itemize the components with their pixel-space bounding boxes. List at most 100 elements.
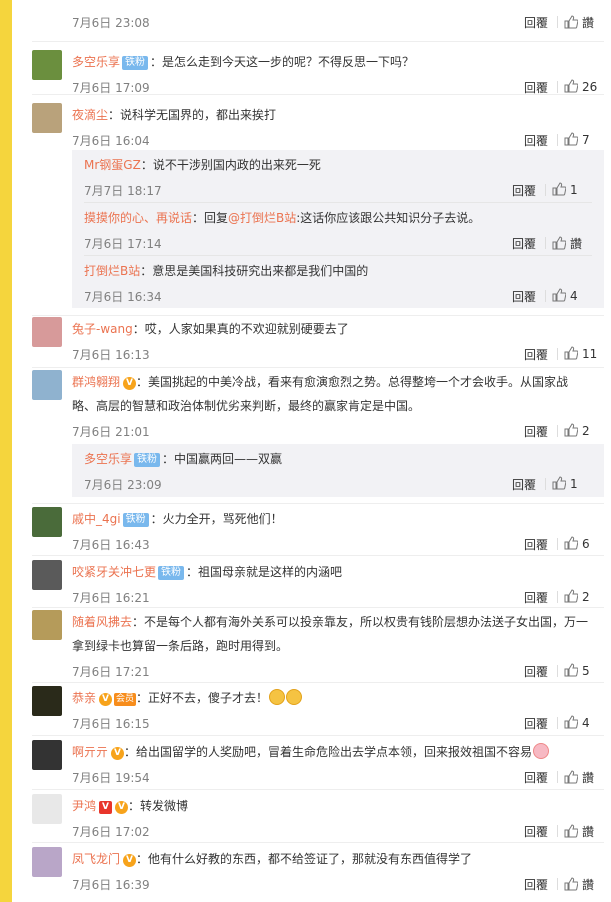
like-count: 5 [582, 664, 590, 678]
username[interactable]: 打倒烂B站 [84, 264, 140, 278]
avatar[interactable] [32, 317, 62, 347]
avatar[interactable] [32, 50, 62, 80]
comment-text: ：正好不去，傻子才去！ [136, 691, 269, 705]
laughing-emoji-icon [286, 689, 303, 705]
thumbs-up-icon [564, 132, 578, 146]
divider [557, 425, 558, 437]
username[interactable]: 兔子-wang [72, 322, 133, 336]
like-count: 4 [570, 289, 578, 303]
like-button[interactable]: 11 [564, 346, 604, 361]
avatar[interactable] [32, 370, 62, 400]
thumbs-up-icon [564, 423, 578, 437]
comment-time: 7月6日 23:08 [72, 16, 150, 30]
divider [32, 842, 604, 843]
comment-text: ：意思是美国科技研究出来都是我们中国的 [140, 264, 369, 278]
reply-button[interactable]: 回覆 [524, 589, 548, 606]
thumbs-up-icon [564, 79, 578, 93]
reply-button[interactable]: 回覆 [524, 346, 548, 363]
like-button[interactable]: 讚 [564, 769, 604, 786]
reply-button[interactable]: 回覆 [524, 715, 548, 732]
username[interactable]: 随着风拂去 [72, 615, 132, 629]
reply-button[interactable]: 回覆 [524, 423, 548, 440]
username[interactable]: 咬紧牙关冲七更 [72, 565, 156, 579]
sub-reply-list: 多空乐享 铁粉 ：中国赢两回——双赢 7月6日 23:09 回覆 1 [72, 444, 604, 497]
like-button[interactable]: 2 [564, 589, 604, 604]
like-button[interactable]: 1 [552, 476, 592, 491]
vip-badge: V [123, 854, 137, 867]
username[interactable]: 恭亲 [72, 691, 96, 705]
avatar[interactable] [32, 686, 62, 716]
mention-link[interactable]: @打倒烂B站 [228, 211, 296, 225]
avatar[interactable] [32, 847, 62, 877]
divider [32, 367, 604, 368]
divider [557, 538, 558, 550]
avatar[interactable] [32, 740, 62, 770]
divider [557, 665, 558, 677]
reply-button[interactable]: 回覆 [524, 769, 548, 786]
reply-button[interactable]: 回覆 [524, 132, 548, 149]
username[interactable]: Mr钢蛋GZ [84, 158, 141, 172]
thumbs-up-icon [552, 288, 566, 302]
divider [545, 237, 546, 249]
reply-button[interactable]: 回覆 [524, 823, 548, 840]
thumbs-up-icon [564, 346, 578, 360]
comment-text: ：回复 [192, 211, 229, 225]
like-button[interactable]: 4 [552, 288, 592, 303]
like-button[interactable]: 2 [564, 423, 604, 438]
divider [32, 315, 604, 316]
like-button[interactable]: 7 [564, 132, 604, 147]
like-button[interactable]: 6 [564, 536, 604, 551]
reply-button[interactable]: 回覆 [524, 876, 548, 893]
fan-badge: 铁粉 [134, 453, 161, 467]
username[interactable]: 群鸿翱翔 [72, 375, 120, 389]
like-count: 6 [582, 537, 590, 551]
divider [32, 607, 604, 608]
username[interactable]: 啊亓亓 [72, 745, 108, 759]
avatar[interactable] [32, 610, 62, 640]
username[interactable]: 尹鸿 [72, 799, 96, 813]
reply-button[interactable]: 回覆 [512, 476, 536, 493]
comment-text: ：火力全开，骂死他们！ [150, 512, 283, 526]
username[interactable]: 多空乐享 [84, 452, 132, 466]
username[interactable]: 夜滴尘 [72, 108, 108, 122]
reply-button[interactable]: 回覆 [524, 14, 548, 31]
thumbs-up-icon [564, 589, 578, 603]
like-button[interactable]: 讚 [552, 235, 592, 252]
comment-time: 7月6日 16:13 [72, 348, 150, 362]
fan-badge: 铁粉 [122, 56, 149, 70]
reply-button[interactable]: 回覆 [512, 235, 536, 252]
reply-button[interactable]: 回覆 [512, 182, 536, 199]
like-button[interactable]: 讚 [564, 14, 604, 31]
reply-button[interactable]: 回覆 [512, 288, 536, 305]
fan-badge: 铁粉 [158, 566, 185, 580]
like-count: 讚 [582, 16, 595, 30]
divider [545, 184, 546, 196]
comment-list: 7月6日 23:08 回覆 讚 多空乐享 铁粉 ：是怎么走到今天这一步的呢？不得反思… [12, 0, 611, 902]
reply-button[interactable]: 回覆 [524, 536, 548, 553]
avatar[interactable] [32, 507, 62, 537]
like-button[interactable]: 讚 [564, 823, 604, 840]
like-button[interactable]: 5 [564, 663, 604, 678]
sub-reply-item: 多空乐享 铁粉 ：中国赢两回——双赢 7月6日 23:09 回覆 1 [84, 447, 592, 495]
avatar[interactable] [32, 560, 62, 590]
like-button[interactable]: 4 [564, 715, 604, 730]
comment-text: ：哎，人家如果真的不欢迎就别硬要去了 [132, 322, 349, 336]
like-count: 11 [582, 347, 598, 361]
like-button[interactable]: 讚 [564, 876, 604, 893]
username[interactable]: 多空乐享 [72, 55, 120, 69]
comment-time: 7月6日 17:14 [84, 237, 162, 251]
thumbs-up-icon [564, 770, 578, 784]
username[interactable]: 戚中_4gi [72, 512, 121, 526]
verified-red-icon: V [99, 801, 113, 814]
comment-time: 7月6日 16:39 [72, 878, 150, 892]
like-button[interactable]: 26 [564, 79, 604, 94]
like-button[interactable]: 1 [552, 182, 592, 197]
username[interactable]: 凤飞龙门 [72, 852, 120, 866]
avatar[interactable] [32, 794, 62, 824]
username[interactable]: 摸摸你的心、再说话 [84, 211, 192, 225]
comment-text: 略、高层的智慧和政治体制优劣来判断，最终的赢家肯定是中国。 [72, 399, 421, 413]
sub-reply-item: 打倒烂B站：意思是美国科技研究出来都是我们中国的 7月6日 16:34 回覆 4 [84, 259, 592, 307]
like-count: 2 [582, 424, 590, 438]
reply-button[interactable]: 回覆 [524, 663, 548, 680]
avatar[interactable] [32, 103, 62, 133]
